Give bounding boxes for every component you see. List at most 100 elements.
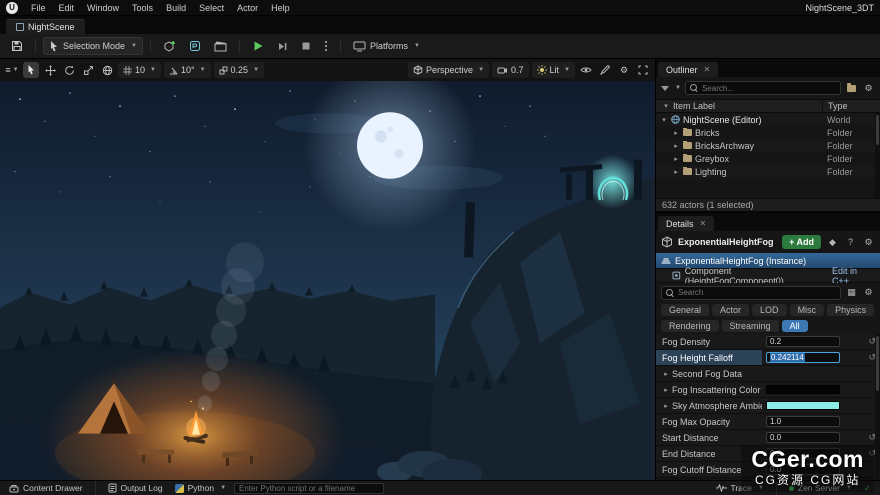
menu-build[interactable]: Build — [160, 2, 192, 14]
separator — [95, 481, 96, 495]
menu-file[interactable]: File — [25, 2, 52, 14]
tab-outliner[interactable]: Outliner ✕ — [658, 62, 718, 77]
grid-snap-dropdown[interactable]: 10 ▼ — [118, 62, 161, 78]
details-settings-icon[interactable]: ⚙ — [862, 236, 875, 249]
viewport-scene[interactable] — [0, 81, 655, 480]
close-icon[interactable]: ✕ — [704, 65, 711, 74]
rotate-icon — [64, 65, 75, 76]
column-item-label[interactable]: ▾ Item Label — [656, 101, 822, 111]
tab-general[interactable]: General — [661, 304, 709, 316]
add-component-button[interactable]: + Add — [782, 235, 821, 249]
outliner-row-folder[interactable]: ▸ Bricks Folder — [656, 126, 880, 139]
tab-lod[interactable]: LOD — [752, 304, 787, 316]
viewport-settings-icon[interactable]: ⚙ — [616, 62, 632, 78]
maximize-viewport-icon[interactable] — [635, 62, 651, 78]
menu-edit[interactable]: Edit — [53, 2, 81, 14]
expander-icon[interactable]: ▸ — [662, 402, 670, 410]
expander-icon[interactable]: ▸ — [672, 155, 680, 163]
details-scrollbar[interactable] — [875, 334, 880, 480]
level-viewport[interactable]: ≡▼ 10 ▼ — [0, 59, 655, 480]
component-row[interactable]: Component (HeightFogComponent0) Edit in … — [656, 268, 880, 283]
folder-icon — [683, 155, 692, 162]
mode-selector-dropdown[interactable]: Selection Mode ▼ — [43, 37, 143, 55]
new-folder-icon[interactable] — [845, 82, 858, 95]
play-options-button[interactable] — [319, 37, 333, 55]
menu-help[interactable]: Help — [265, 2, 296, 14]
python-command-input[interactable] — [234, 483, 384, 494]
outliner-settings-icon[interactable]: ⚙ — [862, 82, 875, 95]
view-mode-dropdown[interactable]: Lit ▼ — [532, 62, 575, 78]
camera-speed-control[interactable]: 0.7 — [492, 62, 529, 78]
perspective-dropdown[interactable]: Perspective ▼ — [408, 62, 489, 78]
unreal-logo-icon[interactable]: U — [6, 2, 18, 14]
close-icon[interactable]: ✕ — [700, 219, 707, 228]
fog-max-opacity-input[interactable]: 1.0 — [766, 416, 840, 427]
help-icon[interactable]: ? — [844, 236, 857, 249]
expander-icon[interactable]: ▸ — [662, 370, 670, 378]
cinematics-button[interactable] — [209, 37, 232, 55]
outliner-search[interactable] — [685, 81, 841, 95]
property-matrix-icon[interactable]: ▦ — [845, 286, 858, 299]
tab-misc[interactable]: Misc — [790, 304, 825, 316]
property-label: Fog Height Falloff — [662, 353, 733, 363]
world-coordinate-toggle[interactable] — [99, 62, 115, 78]
details-tab-label: Details — [666, 219, 694, 229]
details-search[interactable] — [661, 286, 841, 300]
menu-tools[interactable]: Tools — [126, 2, 159, 14]
move-tool[interactable] — [42, 62, 58, 78]
fog-density-input[interactable]: 0.2 — [766, 336, 840, 347]
outliner-scrollbar[interactable] — [875, 113, 880, 198]
viewport-edit-icon[interactable] — [597, 62, 613, 78]
scale-tool[interactable] — [80, 62, 96, 78]
fog-color-swatch[interactable] — [766, 385, 840, 394]
scale-snap-dropdown[interactable]: 0.25 ▼ — [214, 62, 264, 78]
blueprints-button[interactable] — [184, 37, 206, 55]
python-console-dropdown[interactable]: Python ▼ — [171, 482, 230, 495]
tab-rendering[interactable]: Rendering — [661, 320, 719, 332]
tab-nightscene[interactable]: NightScene — [6, 19, 85, 34]
column-type[interactable]: Type — [822, 101, 880, 111]
details-view-options-icon[interactable]: ⚙ — [862, 286, 875, 299]
tab-streaming[interactable]: Streaming — [722, 320, 779, 332]
outliner-row-folder[interactable]: ▸ BricksArchway Folder — [656, 139, 880, 152]
outliner-row-world[interactable]: ▾ NightScene (Editor) World — [656, 113, 880, 126]
start-distance-input[interactable]: 0.0 — [766, 432, 840, 443]
play-button[interactable] — [247, 37, 269, 55]
expander-icon[interactable]: ▸ — [662, 386, 670, 394]
property-label: Sky Atmosphere Ambient C... — [672, 401, 762, 411]
details-search-input[interactable] — [678, 288, 836, 297]
sky-ambient-color-swatch[interactable] — [766, 401, 840, 410]
menu-select[interactable]: Select — [193, 2, 230, 14]
stop-button[interactable] — [296, 37, 316, 55]
menu-actor[interactable]: Actor — [231, 2, 264, 14]
add-actor-button[interactable] — [158, 37, 181, 55]
rotation-snap-dropdown[interactable]: 10° ▼ — [164, 62, 211, 78]
content-drawer-button[interactable]: Content Drawer — [5, 482, 87, 495]
tab-actor[interactable]: Actor — [712, 304, 749, 316]
fog-height-falloff-input[interactable]: 0.242114 — [766, 352, 840, 363]
select-tool[interactable] — [23, 62, 39, 78]
outliner-panel: ▼ ⚙ ▾ Item Label Type — [656, 77, 880, 213]
show-flags-dropdown[interactable] — [578, 62, 594, 78]
output-log-button[interactable]: Output Log — [104, 482, 167, 495]
outliner-row-folder[interactable]: ▸ Lighting Folder — [656, 165, 880, 178]
expander-icon[interactable]: ▸ — [672, 168, 680, 176]
save-button[interactable] — [6, 37, 28, 55]
expander-icon[interactable]: ▸ — [672, 129, 680, 137]
tab-physics[interactable]: Physics — [827, 304, 874, 316]
rotate-tool[interactable] — [61, 62, 77, 78]
tab-all[interactable]: All — [782, 320, 808, 332]
outliner-search-input[interactable] — [702, 84, 836, 93]
blueprint-convert-icon[interactable]: ◆ — [826, 236, 839, 249]
menu-window[interactable]: Window — [81, 2, 125, 14]
frame-skip-button[interactable] — [272, 37, 293, 55]
filter-icon[interactable] — [661, 86, 669, 91]
stop-icon — [301, 41, 311, 51]
platforms-dropdown[interactable]: Platforms ▼ — [348, 37, 425, 55]
tab-details[interactable]: Details ✕ — [658, 216, 714, 231]
expander-icon[interactable]: ▾ — [660, 116, 668, 124]
expander-icon[interactable]: ▸ — [672, 142, 680, 150]
viewport-options-icon[interactable]: ≡▼ — [4, 62, 20, 78]
separator — [150, 39, 151, 53]
outliner-row-folder[interactable]: ▸ Greybox Folder — [656, 152, 880, 165]
